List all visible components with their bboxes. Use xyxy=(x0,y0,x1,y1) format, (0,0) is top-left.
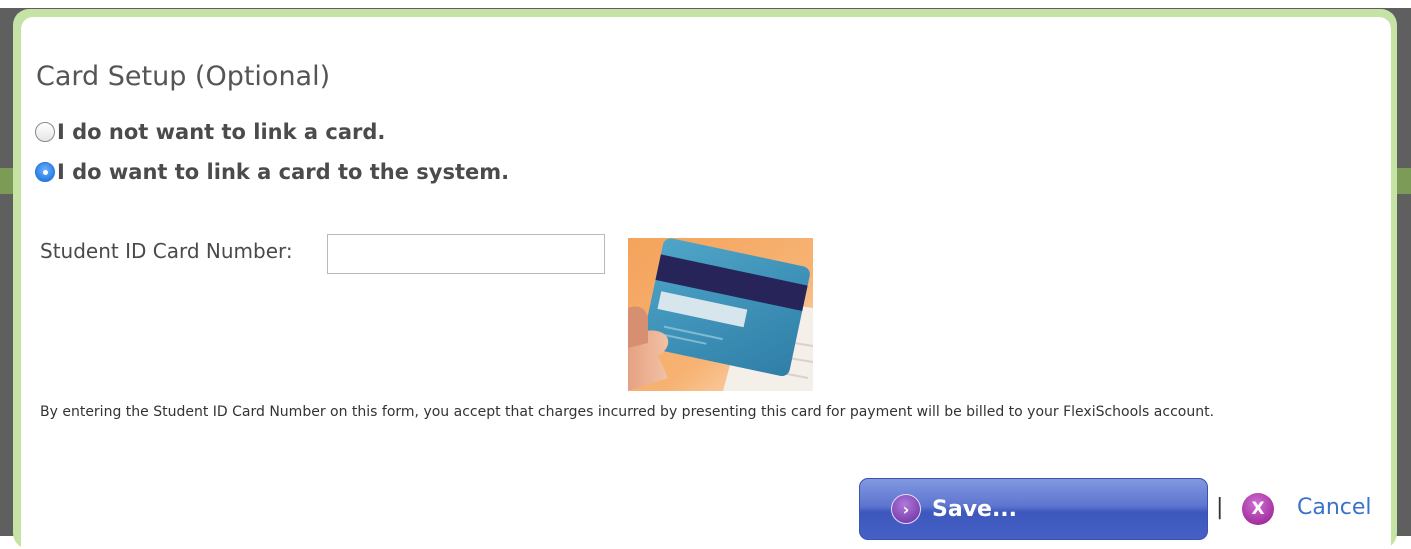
option-no-card-label: I do not want to link a card. xyxy=(57,120,386,144)
dialog-content: Card Setup (Optional) I do not want to l… xyxy=(21,17,1391,549)
card-photo-image xyxy=(628,238,813,391)
radio-checked-icon[interactable] xyxy=(35,162,55,182)
arrow-right-icon: › xyxy=(891,494,921,524)
disclaimer-text: By entering the Student ID Card Number o… xyxy=(40,404,1215,420)
card-setup-dialog: Card Setup (Optional) I do not want to l… xyxy=(13,9,1397,549)
radio-unchecked-icon[interactable] xyxy=(35,122,55,142)
student-id-input[interactable] xyxy=(327,234,605,274)
option-link-card-label: I do want to link a card to the system. xyxy=(57,160,510,184)
close-x-icon[interactable]: X xyxy=(1242,493,1274,525)
action-separator: | xyxy=(1216,495,1224,520)
option-link-card[interactable]: I do want to link a card to the system. xyxy=(35,160,509,184)
card-photo xyxy=(628,238,813,391)
dialog-title: Card Setup (Optional) xyxy=(36,61,331,92)
option-no-card[interactable]: I do not want to link a card. xyxy=(35,120,385,144)
cancel-link[interactable]: Cancel xyxy=(1297,495,1372,520)
student-id-label: Student ID Card Number: xyxy=(40,239,293,263)
save-button[interactable]: › Save... xyxy=(859,478,1208,540)
backdrop-top-strip xyxy=(0,0,1411,8)
save-button-label: Save... xyxy=(932,496,1018,522)
